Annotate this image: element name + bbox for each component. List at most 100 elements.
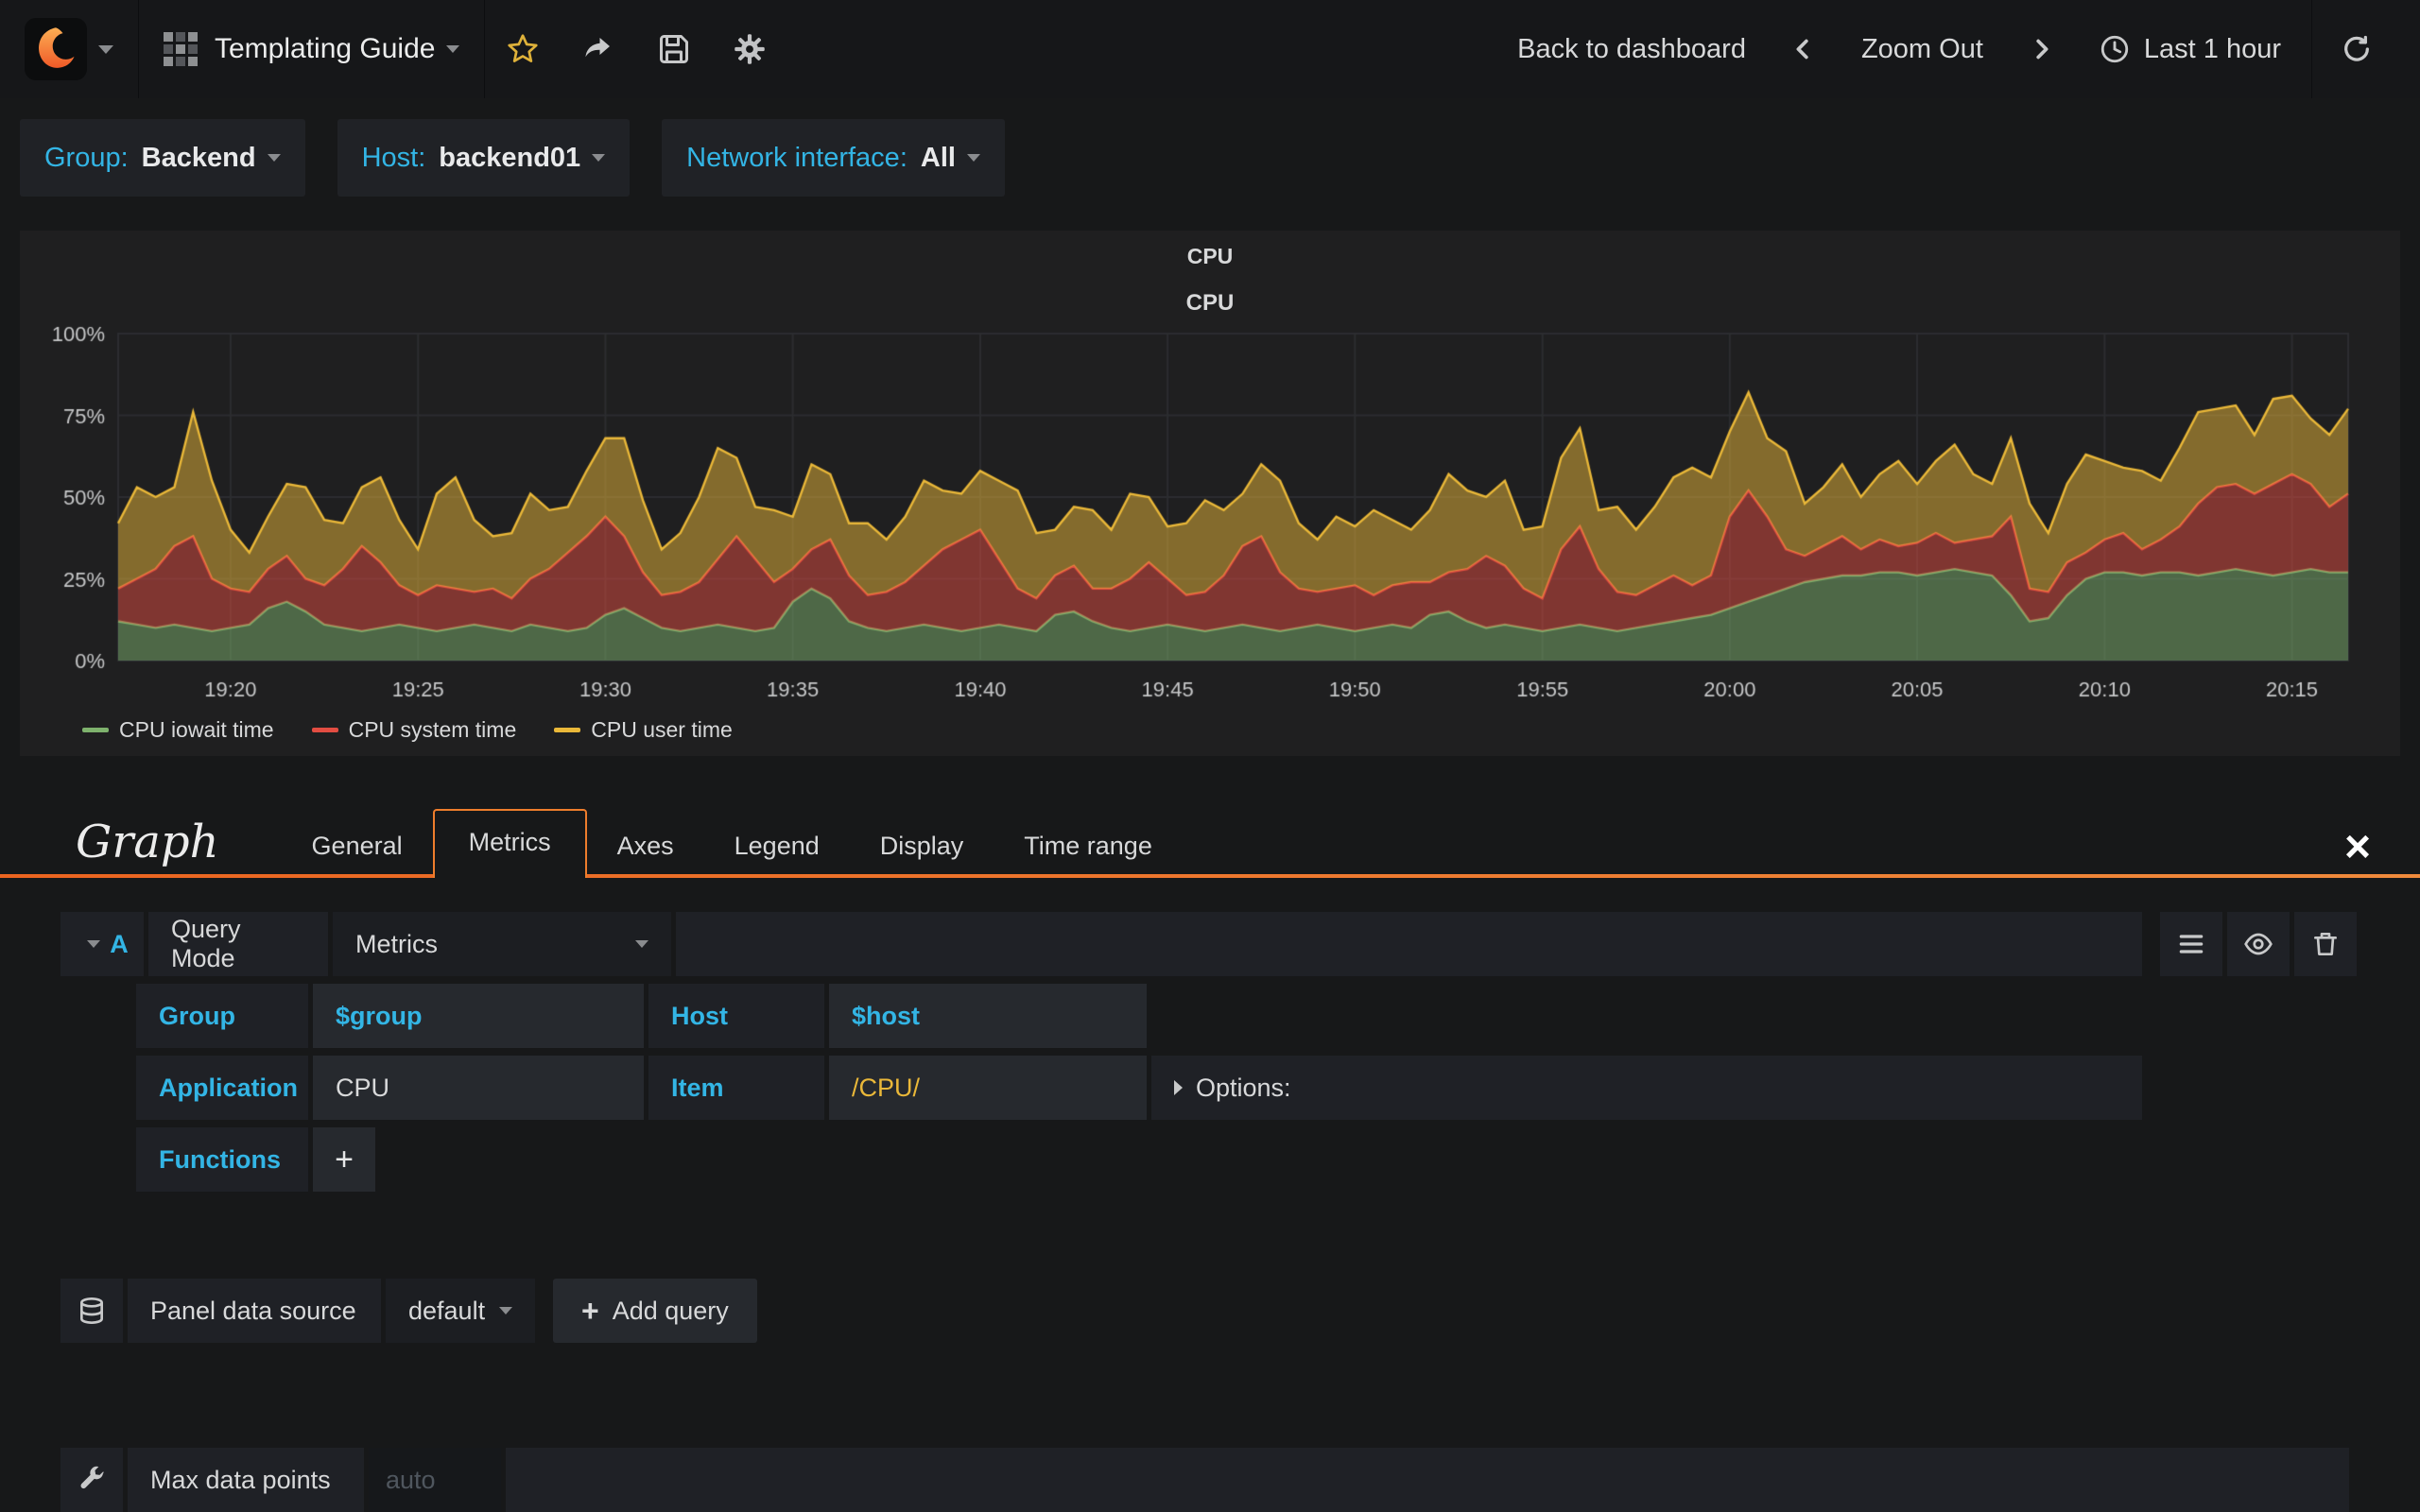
datasource-value: default [408,1296,486,1325]
variable-label: Network interface: [686,142,908,173]
tab-display[interactable]: Display [850,815,994,878]
host-field-value[interactable]: $host [829,984,1147,1048]
tab-time-range[interactable]: Time range [994,815,1183,878]
graph-title: CPU [1185,290,1235,316]
legend-label: CPU user time [591,717,733,742]
query-mode-dropdown[interactable]: Metrics [333,912,671,976]
zoom-out-button[interactable]: Zoom Out [1841,34,2004,65]
query-row-a: A Query Mode Metrics [60,912,2420,976]
options-toggle[interactable]: Options: [1151,1056,2142,1120]
chevron-down-icon [446,45,460,53]
delete-query-button[interactable] [2294,912,2357,976]
dashboard-grid-icon [164,32,198,66]
panel-title[interactable]: CPU [20,231,2400,277]
chevron-down-icon [635,940,648,948]
legend-swatch [82,728,109,732]
add-function-button[interactable]: + [313,1127,375,1192]
variable-host[interactable]: Host: backend01 [337,119,631,197]
datasource-label: Panel data source [128,1279,381,1343]
cpu-panel: CPU CPU CPU iowait time CPU system time … [20,231,2400,756]
query-row-application-item: Application CPU Item /CPU/ Options: [136,1056,2420,1120]
refresh-button[interactable] [2311,0,2394,98]
settings-button[interactable] [712,0,787,98]
star-icon [508,34,539,62]
datasource-icon-cell [60,1279,123,1343]
tab-metrics[interactable]: Metrics [432,809,587,878]
shift-time-forward-button[interactable] [2004,0,2078,98]
cpu-chart-canvas[interactable] [20,318,2400,715]
chevron-down-icon [267,154,281,162]
plus-icon: + [335,1141,354,1177]
host-field-label: Host [648,984,824,1048]
max-data-points-label: Max data points [128,1448,364,1512]
legend-item[interactable]: CPU iowait time [82,717,274,743]
share-dashboard-button[interactable] [561,0,636,98]
datasource-dropdown[interactable]: default [386,1279,535,1343]
query-menu-button[interactable] [2160,912,2222,976]
save-dashboard-button[interactable] [636,0,712,98]
tab-general[interactable]: General [282,815,433,878]
chevron-down-icon [499,1307,512,1314]
trash-icon [2314,933,2337,955]
add-query-button[interactable]: + Add query [553,1279,757,1343]
variable-group[interactable]: Group: Backend [20,119,305,197]
legend-item[interactable]: CPU user time [554,717,733,743]
panel-editor-tabbar: Graph General Metrics Axes Legend Displa… [0,809,2420,878]
shift-time-back-button[interactable] [1767,0,1841,98]
query-mode-value: Metrics [355,929,438,958]
application-field-label: Application [136,1056,308,1120]
legend-label: CPU iowait time [119,717,274,742]
legend-item[interactable]: CPU system time [311,717,517,743]
item-field-value[interactable]: /CPU/ [829,1056,1147,1120]
chevron-left-icon [1796,39,1808,60]
chevron-down-icon [592,154,606,162]
star-dashboard-button[interactable] [485,0,561,98]
collapse-query-button[interactable]: A [60,912,144,976]
close-editor-button[interactable]: × [2344,825,2371,878]
time-range-label[interactable]: Last 1 hour [2138,34,2302,65]
query-mode-label: Query Mode [148,912,328,976]
query-letter: A [110,929,129,958]
clock-icon [2100,35,2129,63]
legend-label: CPU system time [348,717,517,742]
query-row-filler [676,912,2142,976]
panel-options-icon-cell [60,1448,123,1512]
group-field-value[interactable]: $group [313,984,644,1048]
variable-value: backend01 [439,142,581,173]
refresh-icon [2344,35,2369,61]
editor-accent-line [0,874,2420,878]
max-data-points-input[interactable] [369,1448,501,1512]
tab-axes[interactable]: Axes [587,815,704,878]
time-range-picker[interactable] [2078,0,2138,98]
chevron-down-icon [966,154,980,162]
functions-label: Functions [136,1127,308,1192]
variable-network-interface[interactable]: Network interface: All [662,119,1005,197]
database-icon [80,1297,103,1325]
tab-legend[interactable]: Legend [704,815,850,878]
gear-icon [735,34,766,64]
legend-swatch [311,728,338,732]
wrench-icon [80,1466,104,1489]
datasource-row: Panel data source default + Add query [60,1279,2420,1343]
item-field-label: Item [648,1056,824,1120]
panel-type-label: Graph [76,816,219,868]
dashboard-title: Templating Guide [215,33,436,64]
grafana-logo-icon [25,18,87,80]
share-icon [585,38,611,58]
query-row-group-host: Group $group Host $host [136,984,2420,1048]
max-data-points-row: Max data points [60,1448,2349,1512]
plus-icon: + [581,1293,599,1328]
add-query-label: Add query [612,1296,729,1325]
toggle-query-visibility-button[interactable] [2227,912,2290,976]
dashboard-title-menu[interactable]: Templating Guide [139,0,486,98]
template-variables-row: Group: Backend Host: backend01 Network i… [20,119,2420,197]
back-to-dashboard-button[interactable]: Back to dashboard [1496,34,1767,65]
grafana-menu-button[interactable] [0,0,139,98]
chart-legend: CPU iowait time CPU system time CPU user… [20,715,2400,752]
variable-label: Group: [44,142,129,173]
chevron-right-icon [2036,39,2048,60]
options-label: Options: [1196,1073,1291,1102]
query-row-functions: Functions + [136,1127,2420,1192]
variable-value: All [920,142,956,173]
application-field-value[interactable]: CPU [313,1056,644,1120]
